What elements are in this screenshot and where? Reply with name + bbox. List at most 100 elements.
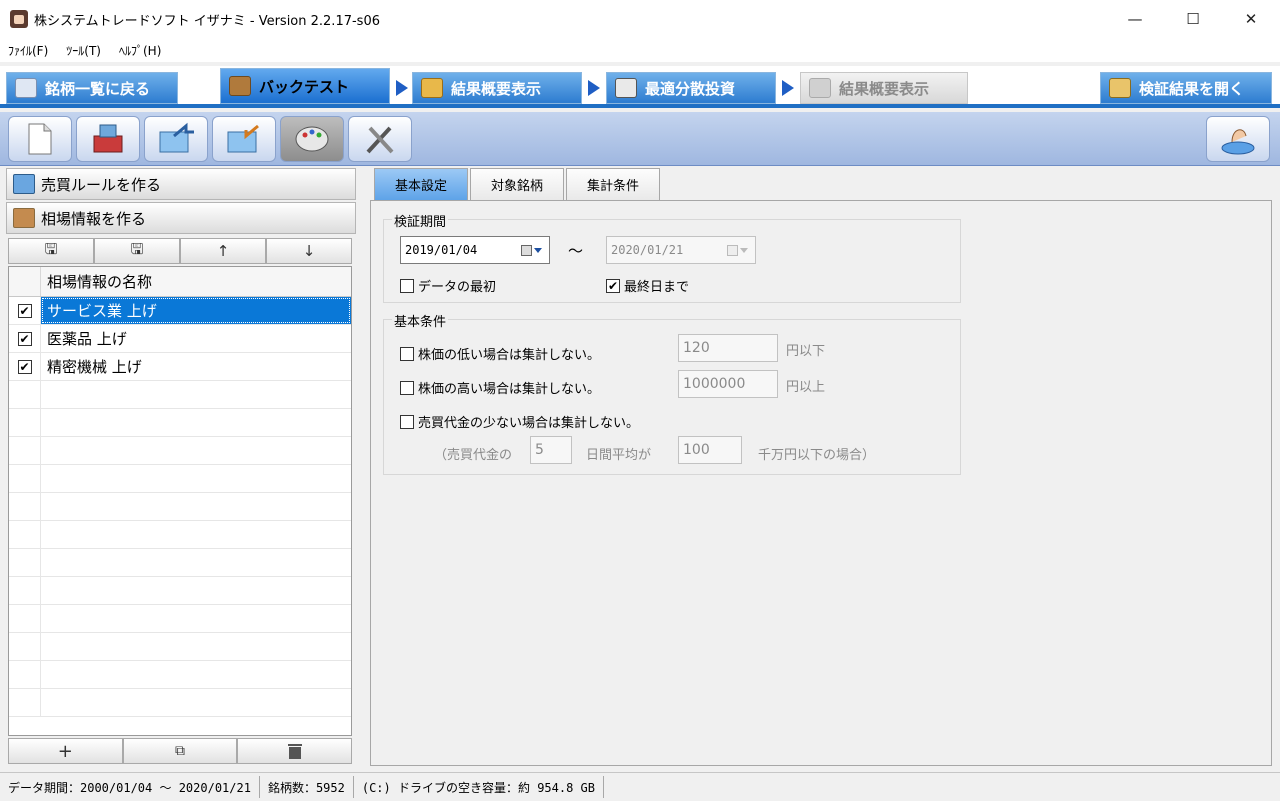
window-controls: — ☐ ✕	[1106, 0, 1280, 38]
checkbox-box[interactable]: ✔	[606, 278, 620, 293]
list-item-name: サービス業 上げ	[41, 297, 351, 324]
empty-row	[9, 465, 351, 493]
high-price-checkbox[interactable]: 株価の高い場合は集計しない。	[400, 378, 600, 397]
arrow-icon	[396, 80, 408, 96]
delete-button[interactable]	[237, 738, 353, 764]
stack-icon	[421, 78, 443, 98]
new-button[interactable]	[8, 116, 72, 162]
window-title: 株システムトレードソフト イザナミ - Version 2.2.17-s06	[34, 13, 380, 29]
market-info-list: 相場情報の名称 ✔ サービス業 上げ ✔ 医薬品 上げ ✔ 精密機械 上げ	[8, 266, 352, 736]
checkbox-box[interactable]	[400, 346, 414, 361]
to-last-checkbox[interactable]: ✔ 最終日まで	[606, 276, 689, 295]
tab-aggregation-conditions[interactable]: 集計条件	[566, 168, 661, 200]
tab-optimal-diversification[interactable]: 最適分散投資	[606, 72, 776, 104]
calendar-grid-icon	[615, 78, 637, 98]
tab-summary[interactable]: 結果概要表示	[412, 72, 582, 104]
checkbox-box[interactable]	[400, 380, 414, 395]
tab-target-stocks[interactable]: 対象銘柄	[470, 168, 565, 200]
move-up-button[interactable]: ↑	[180, 238, 266, 264]
empty-row	[9, 549, 351, 577]
from-first-checkbox[interactable]: データの最初	[400, 276, 496, 295]
basic-settings-panel: 検証期間 2019/01/04 〜 2020/01/21 データの最初 ✔ 最終…	[370, 200, 1272, 766]
checkbox-box[interactable]	[400, 414, 414, 429]
status-disk-free: (C:) ドライブの空き容量：約 954.8 GB	[354, 776, 605, 798]
empty-row	[9, 605, 351, 633]
empty-row	[9, 633, 351, 661]
empty-row	[9, 381, 351, 409]
import-button[interactable]	[212, 116, 276, 162]
save-icon: 🖫	[44, 239, 58, 258]
add-icon: +	[57, 740, 73, 762]
tab-backtest[interactable]: バックテスト	[220, 68, 390, 104]
make-market-info-button[interactable]: 相場情報を作る	[6, 202, 356, 234]
run-backtest-button[interactable]	[1206, 116, 1270, 162]
conditions-legend: 基本条件	[392, 311, 449, 330]
calendar-dropdown-icon	[727, 244, 749, 257]
list-item-name: 医薬品 上げ	[47, 330, 127, 348]
list-item[interactable]: ✔ サービス業 上げ	[9, 297, 351, 325]
save-as-button[interactable]: 🖫	[94, 238, 180, 264]
tab-open-results[interactable]: 検証結果を開く	[1100, 72, 1272, 104]
low-price-checkbox[interactable]: 株価の低い場合は集計しない。	[400, 344, 600, 363]
tools-button[interactable]	[348, 116, 412, 162]
tab-basic-settings[interactable]: 基本設定	[374, 168, 469, 200]
palette-button[interactable]	[280, 116, 344, 162]
arrow-icon	[782, 80, 794, 96]
empty-row	[9, 661, 351, 689]
save-button[interactable]: 🖫	[8, 238, 94, 264]
maximize-button[interactable]: ☐	[1164, 0, 1222, 38]
tab-back-to-list[interactable]: 銘柄一覧に戻る	[6, 72, 178, 104]
column-name-header: 相場情報の名称	[47, 273, 153, 291]
settings-tabs: 基本設定 対象銘柄 集計条件	[374, 168, 662, 200]
row-checkbox[interactable]: ✔	[17, 303, 32, 318]
volume-days-input: 5	[530, 436, 572, 464]
menu-tools[interactable]: ﾂｰﾙ(T)	[66, 42, 101, 59]
settings-panel: 基本設定 対象銘柄 集計条件 検証期間 2019/01/04 〜 2020/01…	[368, 166, 1274, 768]
calendar-dropdown-icon[interactable]	[521, 244, 543, 257]
list-item[interactable]: ✔ 医薬品 上げ	[9, 325, 351, 353]
chart-icon	[809, 78, 831, 98]
trash-icon	[287, 744, 302, 759]
close-button[interactable]: ✕	[1222, 0, 1280, 38]
copy-button[interactable]: ⧉	[122, 738, 238, 764]
scroll-icon	[13, 208, 35, 228]
add-button[interactable]: +	[8, 738, 123, 764]
start-date-picker[interactable]: 2019/01/04	[400, 236, 550, 264]
save-box-button[interactable]	[76, 116, 140, 162]
high-price-input: 1000000	[678, 370, 778, 398]
period-legend: 検証期間	[392, 211, 449, 230]
export-button[interactable]	[144, 116, 208, 162]
down-arrow-icon: ↓	[302, 242, 316, 260]
run-backtest-icon	[1221, 129, 1255, 155]
list-bottom-toolbar: + ⧉	[8, 738, 353, 764]
toolbar	[0, 112, 1280, 166]
low-price-input: 120	[678, 334, 778, 362]
up-arrow-icon: ↑	[216, 242, 230, 260]
row-checkbox[interactable]: ✔	[17, 331, 32, 346]
low-volume-checkbox[interactable]: 売買代金の少ない場合は集計しない。	[400, 412, 639, 431]
palette-icon	[295, 126, 329, 152]
status-bar: データ期間：2000/01/04 〜 2020/01/21 銘柄数：5952 (…	[0, 772, 1280, 801]
minimize-button[interactable]: —	[1106, 0, 1164, 38]
move-down-button[interactable]: ↓	[266, 238, 352, 264]
status-stock-count: 銘柄数：5952	[260, 776, 354, 798]
main-tab-strip: 銘柄一覧に戻る バックテスト 結果概要表示 最適分散投資 結果概要表示 検証結果…	[0, 66, 1280, 108]
list-item[interactable]: ✔ 精密機械 上げ	[9, 353, 351, 381]
checkbox-box[interactable]	[400, 278, 414, 293]
menu-file[interactable]: ﾌｧｲﾙ(F)	[8, 42, 48, 59]
empty-row	[9, 521, 351, 549]
row-checkbox[interactable]: ✔	[17, 359, 32, 374]
volume-mid-label: 日間平均が	[586, 448, 652, 463]
open-folder-icon	[1109, 78, 1131, 98]
copy-icon: ⧉	[175, 743, 185, 759]
volume-suffix-label: 千万円以下の場合）	[758, 448, 876, 463]
list-header: 相場情報の名称	[9, 267, 351, 297]
make-rules-button[interactable]: 売買ルールを作る	[6, 168, 356, 200]
menu-help[interactable]: ﾍﾙﾌﾟ(H)	[119, 42, 161, 59]
import-icon	[227, 124, 259, 153]
empty-row	[9, 409, 351, 437]
app-icon	[10, 10, 28, 28]
arrow-icon	[588, 80, 600, 96]
new-document-icon	[28, 123, 52, 155]
volume-amount-input: 100	[678, 436, 742, 464]
